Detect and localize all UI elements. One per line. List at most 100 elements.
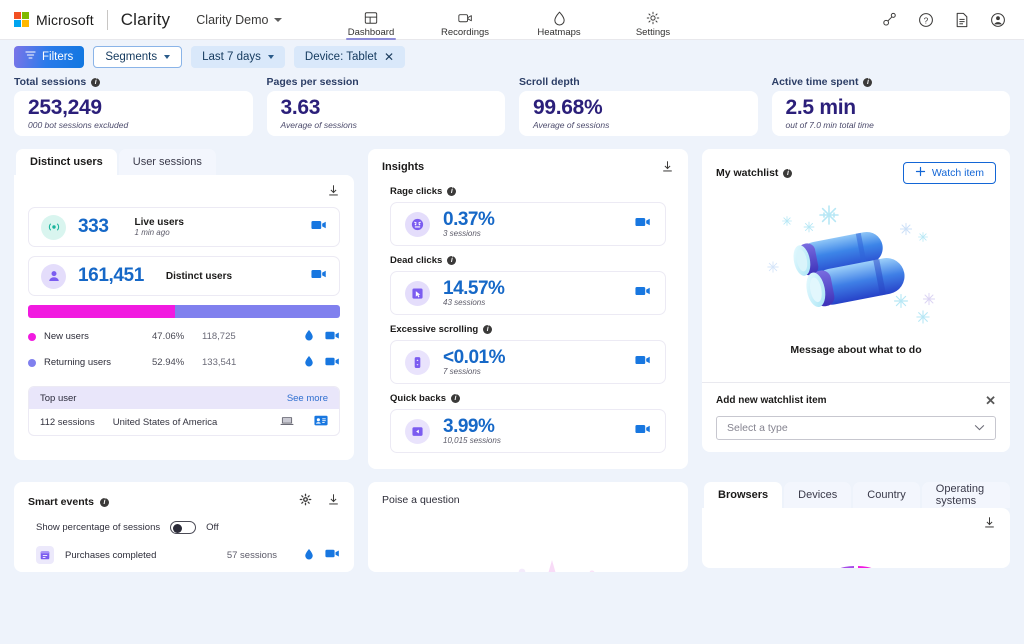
- quick-back-icon: [405, 419, 430, 444]
- close-icon[interactable]: ✕: [985, 394, 996, 407]
- tab-country[interactable]: Country: [853, 482, 920, 508]
- watchlist-type-select[interactable]: Select a type: [716, 416, 996, 440]
- heatmap-drop-icon[interactable]: [304, 329, 314, 344]
- tab-operating-systems[interactable]: Operating systems: [922, 482, 1010, 508]
- smart-event-name: Purchases completed: [65, 550, 156, 561]
- nav-item-recordings[interactable]: Recordings: [432, 11, 498, 40]
- insight-card-rage-clicks: 0.37% 3 sessions: [390, 202, 666, 246]
- tab-devices[interactable]: Devices: [784, 482, 851, 508]
- dashboard-icon: [364, 11, 378, 26]
- video-icon[interactable]: [635, 422, 651, 440]
- show-percentage-toggle[interactable]: [170, 521, 196, 534]
- download-icon[interactable]: [661, 160, 674, 173]
- kpi-total-sessions: Total sessions i 253,249 000 bot session…: [14, 76, 253, 136]
- video-icon[interactable]: [635, 353, 651, 371]
- video-icon[interactable]: [635, 215, 651, 233]
- account-icon[interactable]: [989, 11, 1006, 28]
- users-panel: Distinct users User sessions 333 Live us…: [14, 149, 354, 460]
- bar-segment-returning-users: [175, 305, 340, 318]
- heatmap-drop-icon[interactable]: [304, 355, 314, 370]
- info-icon[interactable]: i: [863, 78, 872, 87]
- project-selector[interactable]: Clarity Demo: [196, 13, 281, 27]
- filters-button[interactable]: Filters: [14, 46, 84, 68]
- insight-sessions: 10,015 sessions: [443, 436, 501, 445]
- toggle-state-label: Off: [206, 522, 219, 533]
- laptop-icon: [280, 416, 294, 429]
- watchlist-panel: My watchlist i Watch item: [702, 149, 1010, 452]
- date-range-label: Last 7 days: [202, 51, 261, 63]
- info-icon[interactable]: i: [100, 498, 109, 507]
- browsers-chart-area: [702, 508, 1010, 568]
- kpi-value: 2.5 min: [786, 97, 997, 119]
- plus-icon: [915, 166, 926, 180]
- dead-click-cursor-icon: [405, 281, 430, 306]
- heatmap-drop-icon[interactable]: [304, 548, 314, 563]
- kpi-card: 2.5 min out of 7.0 min total time: [772, 91, 1011, 136]
- id-card-icon[interactable]: [314, 415, 328, 429]
- info-icon[interactable]: i: [451, 394, 460, 403]
- chevron-down-icon: [274, 18, 282, 22]
- microsoft-brand[interactable]: Microsoft: [14, 12, 94, 28]
- kpi-value: 99.68%: [533, 97, 744, 119]
- video-icon[interactable]: [325, 330, 340, 344]
- tab-user-sessions[interactable]: User sessions: [119, 149, 216, 175]
- kpi-card: 99.68% Average of sessions: [519, 91, 758, 136]
- video-icon[interactable]: [325, 548, 340, 562]
- watch-item-button[interactable]: Watch item: [903, 162, 996, 184]
- info-icon[interactable]: i: [447, 256, 456, 265]
- live-users-value: 333: [78, 216, 109, 238]
- kpi-subtext: Average of sessions: [533, 120, 744, 130]
- browsers-pie-chart: [766, 546, 946, 568]
- info-icon[interactable]: i: [447, 187, 456, 196]
- legend-actions: [304, 329, 340, 344]
- insight-sessions: 3 sessions: [443, 229, 494, 238]
- insight-label-rage-clicks: Rage clicks i: [390, 186, 674, 197]
- brand-divider: [107, 10, 108, 30]
- tab-distinct-users[interactable]: Distinct users: [16, 149, 117, 175]
- add-watchlist-header: Add new watchlist item ✕: [716, 394, 996, 407]
- gear-icon[interactable]: [299, 493, 312, 511]
- segments-dropdown[interactable]: Segments: [93, 46, 182, 68]
- nav-item-dashboard[interactable]: Dashboard: [338, 11, 404, 40]
- poise-question-body: Poise a question: [368, 482, 688, 572]
- date-range-dropdown[interactable]: Last 7 days: [191, 46, 285, 68]
- device-filter-chip[interactable]: Device: Tablet ✕: [294, 46, 405, 68]
- scroll-phone-icon: [405, 350, 430, 375]
- heatmaps-icon: [553, 11, 566, 26]
- clarity-wordmark: Clarity: [121, 10, 171, 30]
- kpi-title: Scroll depth: [519, 76, 580, 88]
- watchlist-panel-body: My watchlist i Watch item: [702, 149, 1010, 452]
- video-icon[interactable]: [635, 284, 651, 302]
- insight-label-quick-backs: Quick backs i: [390, 393, 674, 404]
- kpi-scroll-depth: Scroll depth 99.68% Average of sessions: [519, 76, 758, 136]
- close-icon[interactable]: ✕: [384, 51, 394, 63]
- download-icon[interactable]: [327, 493, 340, 511]
- info-icon[interactable]: i: [91, 78, 100, 87]
- nav-item-heatmaps[interactable]: Heatmaps: [526, 11, 592, 40]
- document-icon[interactable]: [953, 11, 970, 28]
- browsers-panel-body: [702, 508, 1010, 568]
- info-icon[interactable]: i: [783, 169, 792, 178]
- kpi-title: Pages per session: [267, 76, 359, 88]
- top-user-header: Top user See more: [29, 387, 339, 409]
- legend-actions: [304, 355, 340, 370]
- poise-question-panel: Poise a question: [368, 482, 688, 572]
- binoculars-snowflakes-illustration: [702, 184, 1010, 344]
- tab-label: Operating systems: [936, 483, 996, 507]
- download-icon[interactable]: [983, 516, 996, 534]
- video-icon[interactable]: [311, 218, 327, 236]
- info-icon[interactable]: i: [483, 325, 492, 334]
- download-icon[interactable]: [327, 184, 340, 197]
- tab-browsers[interactable]: Browsers: [704, 482, 782, 508]
- nav-label-dashboard: Dashboard: [348, 27, 394, 38]
- video-icon[interactable]: [311, 267, 327, 285]
- chevron-down-icon: [974, 422, 985, 434]
- tab-label: Distinct users: [30, 156, 103, 168]
- nav-item-settings[interactable]: Settings: [620, 11, 686, 40]
- video-icon[interactable]: [325, 356, 340, 370]
- see-more-link[interactable]: See more: [287, 393, 328, 404]
- nav-label-settings: Settings: [636, 27, 670, 38]
- help-icon[interactable]: ?: [917, 11, 934, 28]
- share-icon[interactable]: [881, 11, 898, 28]
- microsoft-logo-icon: [14, 12, 29, 27]
